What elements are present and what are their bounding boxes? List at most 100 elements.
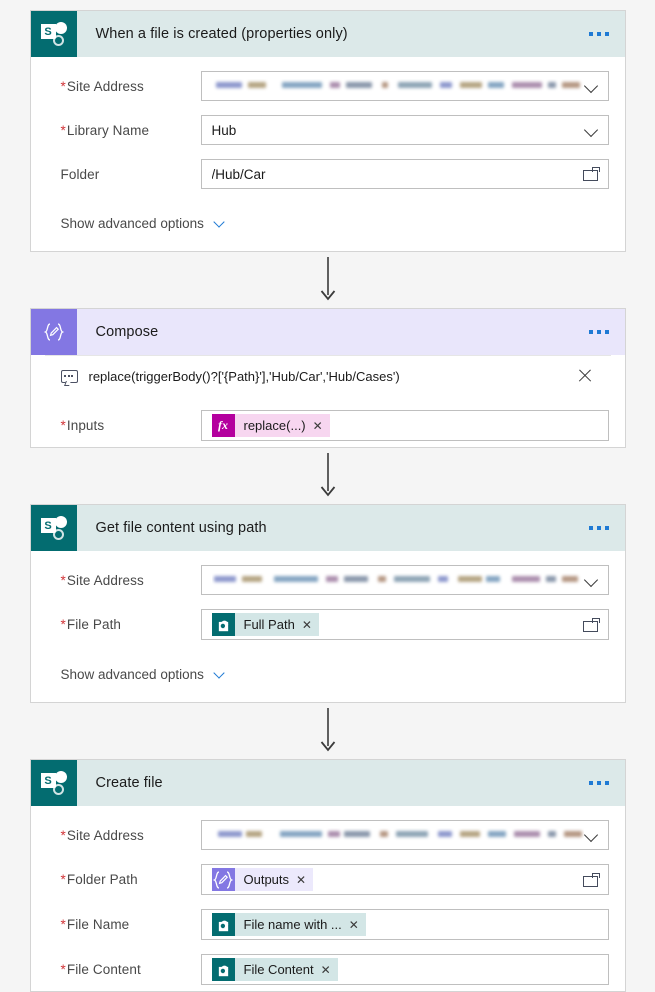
sharepoint-icon: S <box>218 620 228 631</box>
required-asterisk: * <box>60 872 66 887</box>
token-remove-button[interactable]: ✕ <box>349 919 359 931</box>
compose-icon <box>43 323 65 341</box>
token-label: File name with ... ✕ <box>234 913 366 936</box>
action-card-compose[interactable]: Compose replace(triggerBody()?['{Path}'],… <box>29 308 626 448</box>
field-input-library-name[interactable]: Hub <box>200 115 609 145</box>
field-input-file-content[interactable]: S File Content✕ <box>200 954 609 985</box>
action-card-get-file-content[interactable]: S Get file content using path *Site Addres… <box>29 504 626 703</box>
required-asterisk: * <box>60 827 66 843</box>
required-asterisk: * <box>60 962 66 977</box>
field-label-file-path: *File Path <box>60 617 122 632</box>
field-input-inputs[interactable]: fx replace(...) ✕ <box>200 410 609 441</box>
action-header-create-file[interactable]: S Create file <box>30 760 625 806</box>
arrow-down-icon <box>320 257 335 301</box>
token-source-icon: S <box>211 613 235 636</box>
folder-browse-icon[interactable] <box>582 167 600 181</box>
overflow-menu-icon[interactable] <box>585 26 613 42</box>
token-label: Outputs ✕ <box>234 868 314 891</box>
action-body-create-file: *Site Address *Folder Path Outputs ✕ *File N… <box>31 806 625 991</box>
required-asterisk: * <box>60 572 66 588</box>
required-asterisk: * <box>60 78 66 94</box>
folder-browse-icon[interactable] <box>582 617 600 632</box>
field-label-site-address: *Site Address <box>60 78 144 94</box>
form-row-folder: Folder/Hub/Car <box>31 159 625 189</box>
required-asterisk: * <box>60 917 66 932</box>
overflow-menu-icon[interactable] <box>585 324 613 340</box>
required-asterisk: * <box>60 617 66 632</box>
action-body-get-file-content: *Site Address *File Path S Full Path✕ Show a… <box>31 551 625 702</box>
field-input-file-name[interactable]: S File name with ...✕ <box>200 909 609 940</box>
expression-note-icon <box>60 369 78 383</box>
compose-expression-row[interactable]: replace(triggerBody()?['{Path}'],'Hub/Ca… <box>44 355 611 396</box>
field-label-file-name: *File Name <box>60 917 130 932</box>
action-card-create-file[interactable]: S Create file *Site Address *Folder Path Out… <box>29 759 626 992</box>
action-header-get-file-content[interactable]: S Get file content using path <box>30 505 625 551</box>
chevron-down-icon[interactable] <box>584 827 600 843</box>
token-label: replace(...) ✕ <box>234 414 330 437</box>
sharepoint-icon: S <box>218 920 228 931</box>
token-source-icon: fx <box>211 414 235 437</box>
show-advanced-options-trigger[interactable]: Show advanced options <box>31 203 625 245</box>
chevron-down-icon[interactable] <box>584 572 600 588</box>
flow-connector <box>0 703 655 759</box>
dynamic-content-token-inputs[interactable]: fx replace(...) ✕ <box>211 414 330 437</box>
token-remove-button[interactable]: ✕ <box>321 964 331 976</box>
close-icon[interactable] <box>575 366 595 386</box>
token-source-icon: S <box>211 958 235 981</box>
dynamic-content-token-file-path[interactable]: S Full Path✕ <box>211 613 319 636</box>
dynamic-content-token-folder-path[interactable]: Outputs ✕ <box>211 868 314 891</box>
action-title-trigger: When a file is created (properties only) <box>95 26 348 42</box>
field-input-folder-path[interactable]: Outputs ✕ <box>200 864 609 895</box>
action-header-compose[interactable]: Compose <box>30 309 625 355</box>
redacted-site-address-value <box>212 828 584 843</box>
arrow-down-icon <box>320 453 335 497</box>
field-input-site-address[interactable] <box>200 820 609 850</box>
dynamic-content-token-file-content[interactable]: S File Content✕ <box>211 958 338 981</box>
field-input-folder[interactable]: /Hub/Car <box>200 159 609 189</box>
form-row-file-path: *File Path S Full Path✕ <box>31 609 625 640</box>
token-source-icon: S <box>211 913 235 936</box>
redacted-site-address-value <box>212 79 584 94</box>
chevron-down-icon[interactable] <box>584 122 600 138</box>
form-row-library-name: *Library Name Hub <box>31 115 625 145</box>
chevron-down-icon[interactable] <box>584 78 600 94</box>
action-header-trigger[interactable]: S When a file is created (properties only… <box>30 11 625 57</box>
sharepoint-icon: S <box>40 516 67 540</box>
folder-browse-icon[interactable] <box>582 872 600 887</box>
fx-icon: fx <box>218 418 228 432</box>
field-input-site-address[interactable] <box>200 565 609 595</box>
field-label-file-content: *File Content <box>60 962 141 977</box>
chevron-down-icon[interactable] <box>213 215 229 231</box>
form-row-file-name: *File Name S File name with ...✕ <box>31 909 625 940</box>
flow-connector <box>0 448 655 504</box>
field-input-file-path[interactable]: S Full Path✕ <box>200 609 609 640</box>
token-source-icon <box>211 868 235 891</box>
action-card-trigger[interactable]: S When a file is created (properties only… <box>29 10 626 252</box>
overflow-menu-icon[interactable] <box>585 520 613 536</box>
action-title-compose: Compose <box>95 324 159 340</box>
token-label: Full Path ✕ <box>234 613 319 636</box>
field-input-site-address[interactable] <box>200 71 609 101</box>
field-label-site-address: *Site Address <box>60 572 144 588</box>
token-remove-button[interactable]: ✕ <box>313 420 323 432</box>
action-title-create-file: Create file <box>95 775 163 791</box>
chevron-down-icon[interactable] <box>213 666 229 682</box>
required-asterisk: * <box>60 418 66 433</box>
field-value-library-name: Hub <box>211 122 237 138</box>
dynamic-content-token-file-name[interactable]: S File name with ...✕ <box>211 913 366 936</box>
sharepoint-icon: S <box>40 22 67 46</box>
token-remove-button[interactable]: ✕ <box>296 874 306 886</box>
flow-connector <box>0 252 655 308</box>
connector-icon-trigger: S <box>30 11 77 57</box>
sharepoint-icon: S <box>218 965 228 976</box>
connector-icon-create-file: S <box>30 760 77 806</box>
form-row-file-content: *File Content S File Content✕ <box>31 954 625 985</box>
action-body-trigger: *Site Address *Library Name Hub Folder/Hub/… <box>31 57 625 251</box>
form-row-site-address: *Site Address <box>31 565 625 595</box>
overflow-menu-icon[interactable] <box>585 775 613 791</box>
compose-expression-text: replace(triggerBody()?['{Path}'],'Hub/Ca… <box>88 368 400 384</box>
token-remove-button[interactable]: ✕ <box>302 619 312 631</box>
show-advanced-options-get-file-content[interactable]: Show advanced options <box>31 654 625 696</box>
field-label-inputs: *Inputs <box>60 418 105 433</box>
field-label-library-name: *Library Name <box>60 122 150 138</box>
